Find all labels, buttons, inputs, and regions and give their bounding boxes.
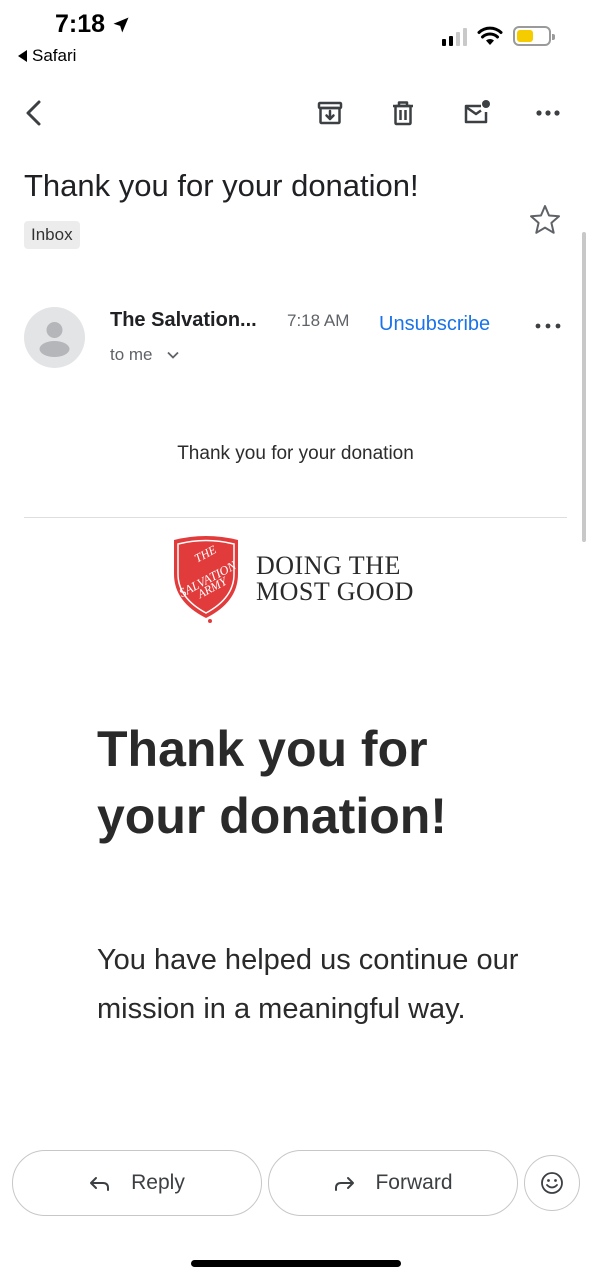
reply-arrow-icon [90,1177,110,1191]
wifi-icon [477,26,503,45]
back-app-label: Safari [32,46,77,65]
location-arrow-icon [113,17,129,32]
sender-avatar[interactable] [24,307,85,368]
sender-name[interactable]: The Salvation... [110,309,257,332]
smiley-icon [541,1172,563,1194]
emoji-reaction-button[interactable] [524,1155,580,1211]
thank-you-heading: Thank you for your donation! [97,721,447,844]
scrollbar[interactable] [582,232,586,542]
inbox-label[interactable]: Inbox [24,221,80,249]
mark-unread-button[interactable] [454,90,498,136]
back-to-safari[interactable]: Safari [18,46,76,66]
forward-arrow-icon [335,1177,355,1191]
forward-button[interactable]: Forward [268,1150,518,1216]
email-toolbar [0,90,591,140]
star-icon[interactable] [528,203,562,237]
email-subject: Thank you for your donation! [24,168,419,203]
tagline: DOING THE MOST GOOD [256,553,414,605]
person-icon [39,322,70,357]
back-arrow-icon [26,100,41,126]
status-indicators [442,26,555,46]
recipient-details[interactable]: to me [110,345,179,365]
reply-button[interactable]: Reply [12,1150,262,1216]
status-time-text: 7:18 [55,10,106,38]
back-triangle-icon [18,50,27,62]
salvation-army-shield-icon: THE SALVATION ARMY [174,536,239,623]
more-options-button[interactable] [526,90,570,136]
cellular-signal-icon [442,26,467,46]
trash-icon [393,101,413,126]
back-button[interactable] [12,90,56,136]
delete-button[interactable] [381,90,425,136]
archive-button[interactable] [308,90,352,136]
more-horizontal-icon [536,110,560,116]
chevron-down-icon [166,351,179,359]
battery-level [517,30,533,42]
message-more-button[interactable] [528,311,568,341]
salvation-army-logo: THE SALVATION ARMY DOING THE MOST GOOD [168,534,414,624]
archive-icon [317,101,343,125]
tagline-line-2: MOST GOOD [256,577,414,606]
thank-you-message: You have helped us continue our mission … [97,944,519,1025]
forward-label: Forward [375,1171,453,1194]
battery-icon [513,26,555,46]
home-indicator[interactable] [191,1260,401,1267]
more-horizontal-icon [535,323,561,329]
tagline-line-1: DOING THE [256,551,401,580]
recipient-label: to me [110,345,153,364]
mark-unread-icon [464,100,490,124]
unsubscribe-link[interactable]: Unsubscribe [379,313,490,336]
status-time: 7:18 [55,10,131,39]
divider [24,517,567,518]
sent-time: 7:18 AM [287,311,350,330]
reply-label: Reply [131,1171,185,1194]
preheader-text: Thank you for your donation [177,443,414,464]
